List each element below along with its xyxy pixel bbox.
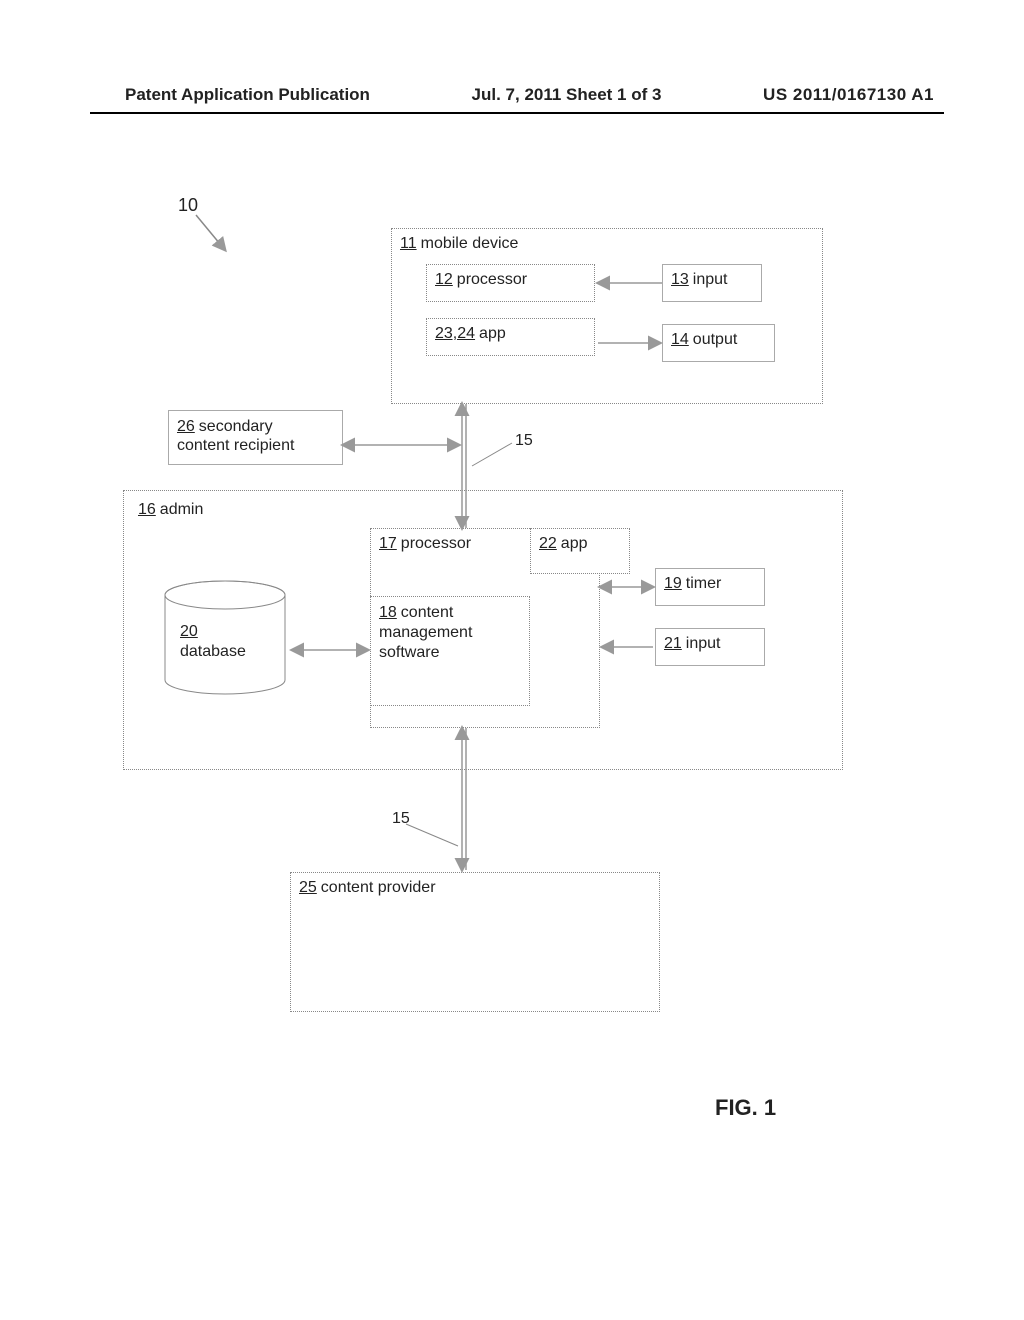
admin-ref: 16 bbox=[138, 501, 156, 518]
processor-mid-ref: 17 bbox=[379, 535, 397, 552]
secondary-box: 26secondary content recipient bbox=[168, 410, 343, 465]
content-provider-box: 25content provider bbox=[290, 872, 660, 1012]
conn15-top-label: 15 bbox=[515, 432, 533, 450]
cms-text2: management bbox=[379, 624, 472, 641]
cms-text3: software bbox=[379, 644, 439, 661]
processor-mid-text: processor bbox=[401, 535, 471, 552]
content-provider-ref: 25 bbox=[299, 879, 317, 896]
processor-top-box: 12processor bbox=[426, 264, 595, 302]
timer-text: timer bbox=[686, 575, 722, 592]
processor-top-ref: 12 bbox=[435, 271, 453, 288]
admin-text: admin bbox=[160, 501, 204, 518]
diagram-canvas: 10 11mobile device 12processor 13input 2… bbox=[0, 0, 1024, 1320]
database-ref: 20 bbox=[180, 623, 198, 640]
database-text: database bbox=[180, 643, 246, 660]
content-provider-text: content provider bbox=[321, 879, 436, 896]
mobile-device-ref: 11 bbox=[400, 235, 417, 252]
input-mid-ref: 21 bbox=[664, 635, 682, 652]
system-ref-label: 10 bbox=[178, 195, 198, 216]
input-top-ref: 13 bbox=[671, 271, 689, 288]
database-label: 20 database bbox=[180, 622, 246, 662]
secondary-ref: 26 bbox=[177, 418, 195, 435]
conn15-bottom-label: 15 bbox=[392, 810, 410, 828]
app-top-text: app bbox=[479, 325, 506, 342]
cms-ref: 18 bbox=[379, 604, 397, 621]
output-top-ref: 14 bbox=[671, 331, 689, 348]
app-mid-text: app bbox=[561, 535, 588, 552]
mobile-device-text: mobile device bbox=[421, 235, 519, 252]
timer-ref: 19 bbox=[664, 575, 682, 592]
input-mid-text: input bbox=[686, 635, 721, 652]
app-mid-box: 22app bbox=[530, 528, 630, 574]
processor-top-text: processor bbox=[457, 271, 527, 288]
cms-text1: content bbox=[401, 604, 453, 621]
figure-label: FIG. 1 bbox=[715, 1095, 776, 1121]
app-top-ref: 23,24 bbox=[435, 325, 475, 342]
input-top-box: 13input bbox=[662, 264, 762, 302]
app-mid-ref: 22 bbox=[539, 535, 557, 552]
secondary-text2: content recipient bbox=[177, 437, 294, 454]
timer-box: 19timer bbox=[655, 568, 765, 606]
cms-box: 18content management software bbox=[370, 596, 530, 706]
input-mid-box: 21input bbox=[655, 628, 765, 666]
input-top-text: input bbox=[693, 271, 728, 288]
secondary-text1: secondary bbox=[199, 418, 273, 435]
output-top-text: output bbox=[693, 331, 737, 348]
app-top-box: 23,24app bbox=[426, 318, 595, 356]
mobile-device-box: 11mobile device bbox=[391, 228, 823, 404]
output-top-box: 14output bbox=[662, 324, 775, 362]
